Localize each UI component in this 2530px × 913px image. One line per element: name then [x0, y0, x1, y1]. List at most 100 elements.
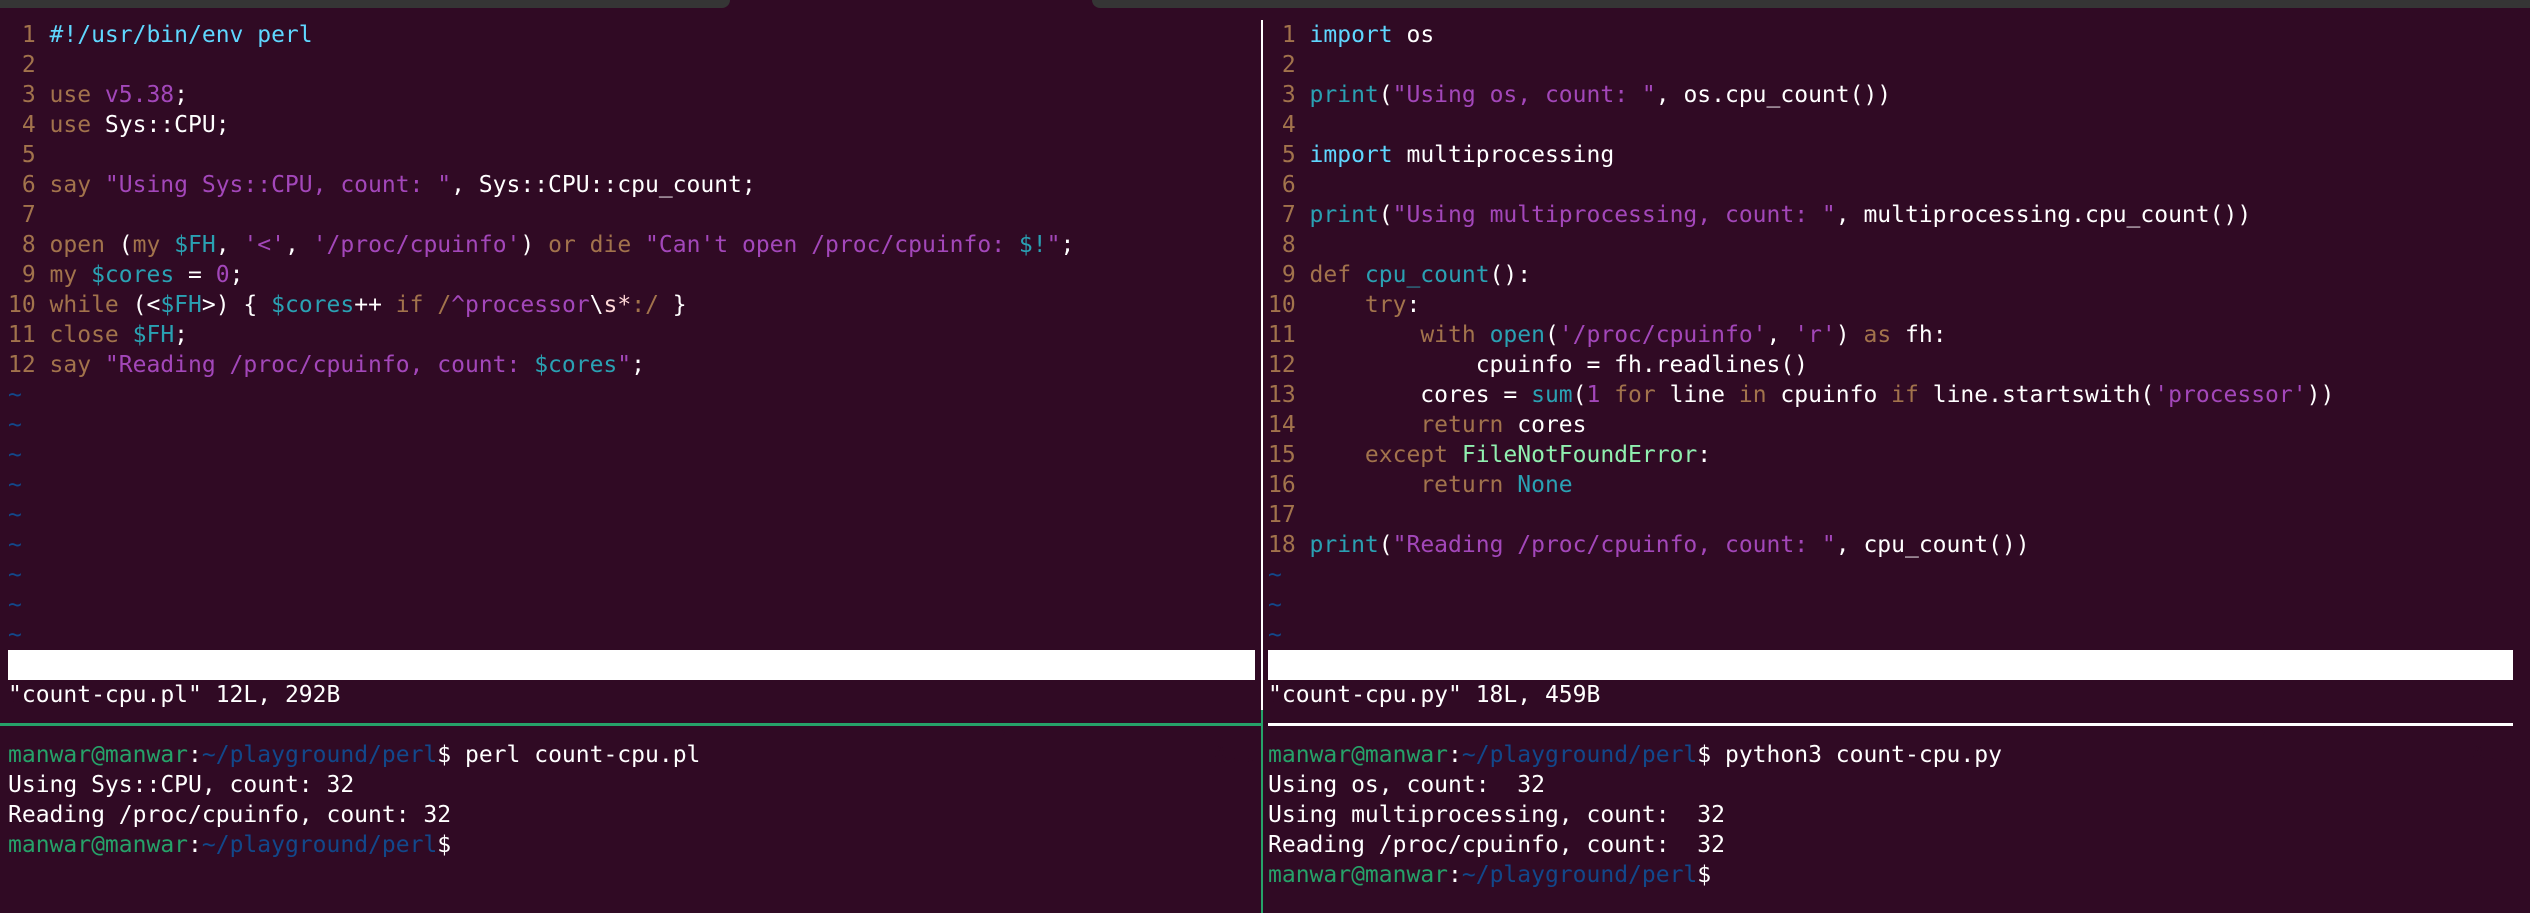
code-token: "Can't open /proc/cpuinfo: — [645, 232, 1019, 258]
vertical-split-divider[interactable] — [1261, 20, 1263, 710]
line-number: 4 — [1281, 112, 1296, 138]
line-number: 4 — [21, 112, 36, 138]
code-line[interactable]: 11 close $FH; — [8, 320, 1255, 350]
code-line[interactable]: 8 — [1268, 230, 2513, 260]
code-token: :/ — [631, 292, 659, 318]
perl-editor-statusline: count-cpu.pl 1,1 All — [8, 650, 1255, 768]
empty-line-tilde-icon: ~ — [8, 472, 22, 498]
code-token: if — [395, 292, 438, 318]
code-line[interactable]: 7 print("Using multiprocessing, count: ",… — [1268, 200, 2513, 230]
code-token: , — [215, 232, 244, 258]
prompt-separator: : — [188, 832, 202, 858]
code-token: , multiprocessing.cpu_count()) — [1835, 202, 2252, 228]
prompt-path: ~/playground/perl — [1461, 742, 1698, 768]
code-token: ) — [1835, 322, 1864, 348]
code-token: 0 — [215, 262, 230, 288]
terminal-command[interactable]: python3 count-cpu.py — [1725, 742, 2002, 768]
code-line[interactable]: 12 cpuinfo = fh.readlines() — [1268, 350, 2513, 380]
code-line[interactable]: 10 try: — [1268, 290, 2513, 320]
code-line[interactable]: 14 return cores — [1268, 410, 2513, 440]
code-line[interactable]: 4 use Sys::CPU; — [8, 110, 1255, 140]
code-line[interactable]: 11 with open('/proc/cpuinfo', 'r') as fh… — [1268, 320, 2513, 350]
code-line[interactable]: 12 say "Reading /proc/cpuinfo, count: $co… — [8, 350, 1255, 380]
code-line[interactable]: 17 — [1268, 500, 2513, 530]
perl-editor-pane[interactable]: 1 #!/usr/bin/env perl 2 3 use v5.38; 4 use Sys… — [8, 20, 1255, 650]
python-terminal[interactable]: manwar@manwar:~/playground/perl$ python3… — [1268, 740, 2002, 890]
code-token: def — [1309, 262, 1365, 288]
perl-terminal[interactable]: manwar@manwar:~/playground/perl$ perl co… — [8, 740, 700, 860]
code-token: "Reading /proc/cpuinfo, count: — [104, 352, 535, 378]
terminal-output-line: Using os, count: 32 — [1268, 772, 1545, 798]
code-line[interactable]: 9 my $cores = 0; — [8, 260, 1255, 290]
code-line[interactable]: 1 import os — [1268, 20, 2513, 50]
prompt-separator: : — [1448, 862, 1462, 888]
code-token: close — [49, 322, 133, 348]
code-line[interactable]: 3 print("Using os, count: ", os.cpu_count… — [1268, 80, 2513, 110]
code-line[interactable]: 1 #!/usr/bin/env perl — [8, 20, 1255, 50]
code-token: '/proc/cpuinfo' — [312, 232, 521, 258]
code-token: ( — [1544, 322, 1559, 348]
line-number: 12 — [1268, 352, 1296, 378]
line-number: 1 — [1281, 22, 1296, 48]
code-line[interactable]: 16 return None — [1268, 470, 2513, 500]
terminal-split-divider[interactable] — [1261, 710, 1263, 913]
code-line[interactable]: 9 def cpu_count(): — [1268, 260, 2513, 290]
line-number: 9 — [1281, 262, 1296, 288]
code-token: v5.38 — [104, 82, 175, 108]
prompt-symbol: $ — [1697, 742, 1725, 768]
code-token: import — [1309, 22, 1407, 48]
line-number: 10 — [8, 292, 36, 318]
code-line[interactable]: 8 open (my $FH, '<', '/proc/cpuinfo') or … — [8, 230, 1255, 260]
prompt-symbol: $ — [437, 742, 465, 768]
code-token: my — [49, 262, 92, 288]
line-number: 6 — [1281, 172, 1296, 198]
prompt-path: ~/playground/perl — [201, 832, 438, 858]
code-token: FileNotFoundError — [1461, 442, 1698, 468]
code-token: ; — [229, 262, 244, 288]
terminal-prompt-line: manwar@manwar:~/playground/perl$ — [1268, 860, 2002, 890]
empty-line-tilde-icon: ~ — [8, 622, 22, 648]
code-line[interactable]: 13 cores = sum(1 for line in cpuinfo if … — [1268, 380, 2513, 410]
prompt-symbol: $ — [437, 832, 465, 858]
terminal-separator-left — [0, 723, 1263, 726]
line-number: 8 — [1281, 232, 1296, 258]
code-token: cpuinfo = fh.readlines() — [1309, 352, 1809, 378]
code-token: ( — [1378, 82, 1393, 108]
code-line[interactable]: 18 print("Reading /proc/cpuinfo, count: "… — [1268, 530, 2513, 560]
code-token: cpuinfo — [1780, 382, 1892, 408]
code-token: cores = — [1309, 382, 1532, 408]
python-editor-statusline: count-cpu.py 1,1 All — [1268, 650, 2513, 768]
code-token: ; — [174, 322, 189, 348]
terminal-command[interactable]: perl count-cpu.pl — [465, 742, 700, 768]
empty-line-tilde-icon: ~ — [1268, 622, 1282, 648]
code-line[interactable]: 10 while (<$FH>) { $cores++ if /^processo… — [8, 290, 1255, 320]
code-token: "Using multiprocessing, count: " — [1392, 202, 1836, 228]
code-token: or — [548, 232, 590, 258]
code-line[interactable]: 2 — [1268, 50, 2513, 80]
code-line[interactable]: 2 — [8, 50, 1255, 80]
line-number: 16 — [1268, 472, 1296, 498]
line-number: 9 — [21, 262, 36, 288]
python-editor-pane[interactable]: 1 import os 2 3 print("Using os, count: ", o… — [1268, 20, 2513, 650]
code-line[interactable]: 3 use v5.38; — [8, 80, 1255, 110]
code-line[interactable]: 5 import multiprocessing — [1268, 140, 2513, 170]
line-number: 13 — [1268, 382, 1296, 408]
code-line[interactable]: 4 — [1268, 110, 2513, 140]
code-line[interactable]: 7 — [8, 200, 1255, 230]
code-token: "Using Sys::CPU, count: " — [104, 172, 452, 198]
code-token: ( — [1378, 532, 1393, 558]
code-token: ; — [174, 82, 189, 108]
prompt-path: ~/playground/perl — [1461, 862, 1698, 888]
code-line[interactable]: 5 — [8, 140, 1255, 170]
code-line[interactable]: 15 except FileNotFoundError: — [1268, 440, 2513, 470]
code-token: None — [1517, 472, 1573, 498]
line-number: 2 — [1281, 52, 1296, 78]
line-number: 6 — [21, 172, 36, 198]
code-token: print — [1309, 82, 1379, 108]
code-line[interactable]: 6 — [1268, 170, 2513, 200]
code-line[interactable]: 6 say "Using Sys::CPU, count: ", Sys::CPU… — [8, 170, 1255, 200]
line-number: 5 — [1281, 142, 1296, 168]
code-token: 'r' — [1794, 322, 1836, 348]
code-token: } — [658, 292, 687, 318]
